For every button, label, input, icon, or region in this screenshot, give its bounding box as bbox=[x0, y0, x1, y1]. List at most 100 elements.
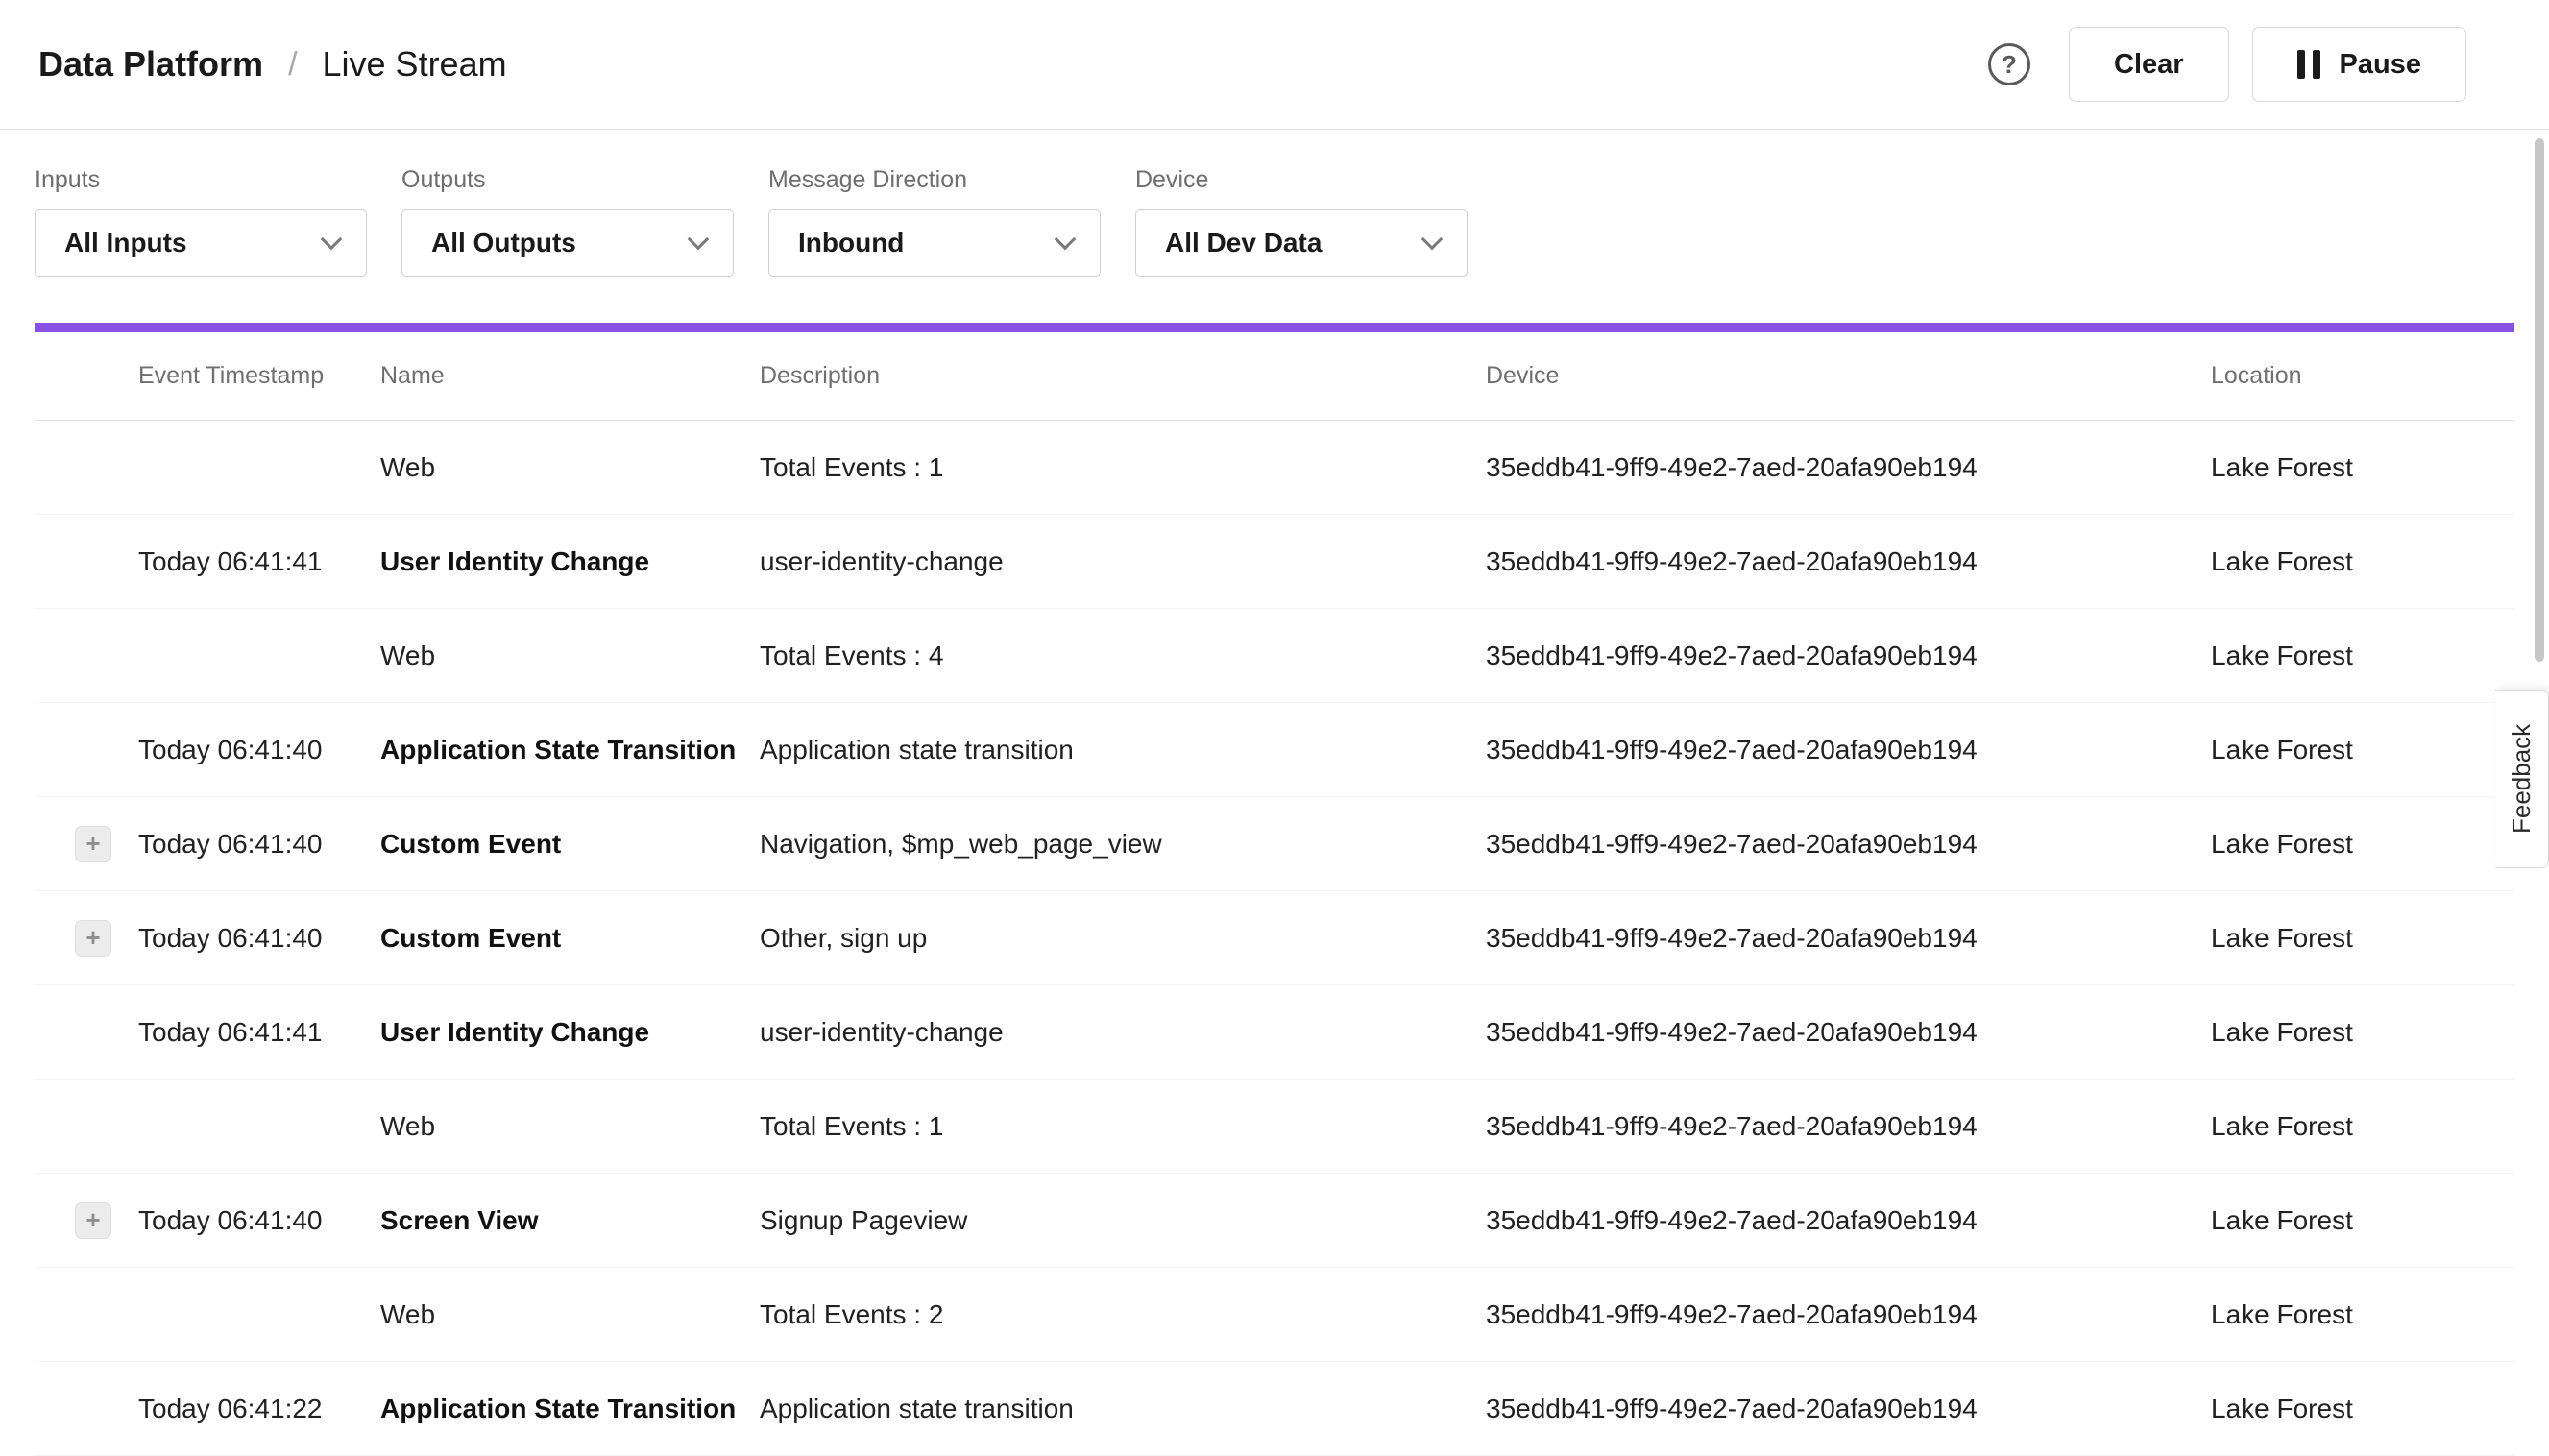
accent-divider bbox=[35, 323, 2514, 332]
expand-cell: + bbox=[35, 920, 138, 957]
table-row[interactable]: + Today 06:41:41 User Identity Change us… bbox=[35, 515, 2514, 609]
clear-button-label: Clear bbox=[2114, 49, 2184, 81]
message-direction-dropdown-value: Inbound bbox=[798, 228, 904, 258]
event-device-id: 35eddb41-9ff9-49e2-7aed-20afa90eb194 bbox=[1486, 735, 2211, 765]
pause-icon bbox=[2297, 50, 2320, 79]
event-name: Web bbox=[380, 1299, 760, 1330]
event-location: Lake Forest bbox=[2211, 829, 2514, 860]
event-location: Lake Forest bbox=[2211, 546, 2514, 577]
filter-outputs: Outputs All Outputs bbox=[401, 166, 734, 277]
action-buttons: Clear Pause bbox=[2069, 27, 2466, 102]
expand-cell: + bbox=[35, 544, 138, 580]
event-timestamp: Today 06:41:40 bbox=[138, 1205, 380, 1236]
event-location: Lake Forest bbox=[2211, 1394, 2514, 1424]
help-icon[interactable]: ? bbox=[1988, 43, 2030, 85]
table-row[interactable]: + Web Total Events : 4 35eddb41-9ff9-49e… bbox=[35, 609, 2514, 703]
device-dropdown[interactable]: All Dev Data bbox=[1135, 209, 1468, 277]
expand-cell: + bbox=[35, 638, 138, 674]
table-row[interactable]: + Today 06:41:40 Screen View Signup Page… bbox=[35, 1174, 2514, 1268]
scrollbar-track[interactable] bbox=[2530, 131, 2549, 1427]
event-device-id: 35eddb41-9ff9-49e2-7aed-20afa90eb194 bbox=[1486, 923, 2211, 954]
event-description: user-identity-change bbox=[760, 1017, 1486, 1048]
event-name: Web bbox=[380, 641, 760, 671]
expand-cell: + bbox=[35, 1297, 138, 1333]
event-timestamp: Today 06:41:40 bbox=[138, 735, 380, 765]
event-device-id: 35eddb41-9ff9-49e2-7aed-20afa90eb194 bbox=[1486, 546, 2211, 577]
filter-message-direction: Message Direction Inbound bbox=[768, 166, 1101, 277]
event-timestamp: Today 06:41:40 bbox=[138, 923, 380, 954]
event-device-id: 35eddb41-9ff9-49e2-7aed-20afa90eb194 bbox=[1486, 1111, 2211, 1142]
filter-bar: Inputs All Inputs Outputs All Outputs Me… bbox=[0, 130, 2549, 277]
event-device-id: 35eddb41-9ff9-49e2-7aed-20afa90eb194 bbox=[1486, 1205, 2211, 1236]
event-device-id: 35eddb41-9ff9-49e2-7aed-20afa90eb194 bbox=[1486, 1017, 2211, 1048]
expand-cell: + bbox=[35, 826, 138, 862]
table-row[interactable]: + Today 06:41:41 User Identity Change us… bbox=[35, 985, 2514, 1080]
chevron-down-icon bbox=[688, 229, 710, 251]
event-name: User Identity Change bbox=[380, 546, 760, 577]
chevron-down-icon bbox=[321, 229, 343, 251]
event-location: Lake Forest bbox=[2211, 923, 2514, 954]
event-description: Application state transition bbox=[760, 1394, 1486, 1424]
event-description: Application state transition bbox=[760, 735, 1486, 765]
event-description: Total Events : 1 bbox=[760, 452, 1486, 483]
table-row[interactable]: + Web Total Events : 1 35eddb41-9ff9-49e… bbox=[35, 1080, 2514, 1174]
clear-button[interactable]: Clear bbox=[2069, 27, 2229, 102]
expand-button[interactable]: + bbox=[75, 1202, 111, 1239]
event-description: Navigation, $mp_web_page_view bbox=[760, 829, 1486, 860]
message-direction-dropdown[interactable]: Inbound bbox=[768, 209, 1101, 277]
page-title: Live Stream bbox=[323, 44, 507, 85]
event-name: Web bbox=[380, 452, 760, 483]
table-row[interactable]: + Today 06:41:40 Custom Event Navigation… bbox=[35, 797, 2514, 891]
scrollbar-thumb[interactable] bbox=[2535, 138, 2544, 662]
table-row[interactable]: + Today 06:41:40 Custom Event Other, sig… bbox=[35, 891, 2514, 985]
breadcrumb-separator: / bbox=[288, 46, 297, 84]
filter-device-label: Device bbox=[1135, 166, 1468, 194]
column-device: Device bbox=[1486, 362, 2211, 390]
event-description: Total Events : 4 bbox=[760, 641, 1486, 671]
event-description: Total Events : 1 bbox=[760, 1111, 1486, 1142]
event-name: Application State Transition bbox=[380, 735, 760, 765]
table-row[interactable]: + Today 06:41:22 Application State Trans… bbox=[35, 1362, 2514, 1456]
event-description: Signup Pageview bbox=[760, 1205, 1486, 1236]
top-bar: Data Platform / Live Stream ? Clear Paus… bbox=[0, 0, 2549, 130]
event-description: Other, sign up bbox=[760, 923, 1486, 954]
expand-cell: + bbox=[35, 1014, 138, 1051]
event-device-id: 35eddb41-9ff9-49e2-7aed-20afa90eb194 bbox=[1486, 452, 2211, 483]
chevron-down-icon bbox=[1421, 229, 1444, 251]
event-name: Custom Event bbox=[380, 829, 760, 860]
breadcrumb-root[interactable]: Data Platform bbox=[38, 44, 263, 85]
outputs-dropdown[interactable]: All Outputs bbox=[401, 209, 734, 277]
table-row[interactable]: + Today 06:41:40 Application State Trans… bbox=[35, 703, 2514, 797]
pause-button-label: Pause bbox=[2340, 49, 2421, 81]
table-row[interactable]: + Web Total Events : 1 35eddb41-9ff9-49e… bbox=[35, 421, 2514, 515]
event-table: Event Timestamp Name Description Device … bbox=[35, 332, 2514, 1456]
event-name: Application State Transition bbox=[380, 1394, 760, 1424]
filter-device: Device All Dev Data bbox=[1135, 166, 1468, 277]
event-timestamp: Today 06:41:41 bbox=[138, 1017, 380, 1048]
breadcrumb: Data Platform / Live Stream bbox=[38, 44, 507, 85]
chevron-down-icon bbox=[1055, 229, 1077, 251]
event-name: Screen View bbox=[380, 1205, 760, 1236]
event-device-id: 35eddb41-9ff9-49e2-7aed-20afa90eb194 bbox=[1486, 641, 2211, 671]
event-location: Lake Forest bbox=[2211, 1299, 2514, 1330]
event-device-id: 35eddb41-9ff9-49e2-7aed-20afa90eb194 bbox=[1486, 829, 2211, 860]
inputs-dropdown[interactable]: All Inputs bbox=[35, 209, 367, 277]
event-timestamp: Today 06:41:41 bbox=[138, 546, 380, 577]
event-name: User Identity Change bbox=[380, 1017, 760, 1048]
expand-button[interactable]: + bbox=[75, 826, 111, 862]
expand-button[interactable]: + bbox=[75, 920, 111, 957]
event-location: Lake Forest bbox=[2211, 452, 2514, 483]
column-event-timestamp: Event Timestamp bbox=[138, 362, 380, 390]
expand-cell: + bbox=[35, 732, 138, 768]
event-location: Lake Forest bbox=[2211, 735, 2514, 765]
event-device-id: 35eddb41-9ff9-49e2-7aed-20afa90eb194 bbox=[1486, 1299, 2211, 1330]
expand-cell: + bbox=[35, 449, 138, 486]
topbar-actions: ? Clear Pause bbox=[1988, 27, 2466, 102]
table-row[interactable]: + Web Total Events : 2 35eddb41-9ff9-49e… bbox=[35, 1268, 2514, 1362]
column-location: Location bbox=[2211, 362, 2514, 390]
expand-cell: + bbox=[35, 1108, 138, 1145]
event-location: Lake Forest bbox=[2211, 1205, 2514, 1236]
column-name: Name bbox=[380, 362, 760, 390]
pause-button[interactable]: Pause bbox=[2252, 27, 2466, 102]
event-location: Lake Forest bbox=[2211, 1111, 2514, 1142]
